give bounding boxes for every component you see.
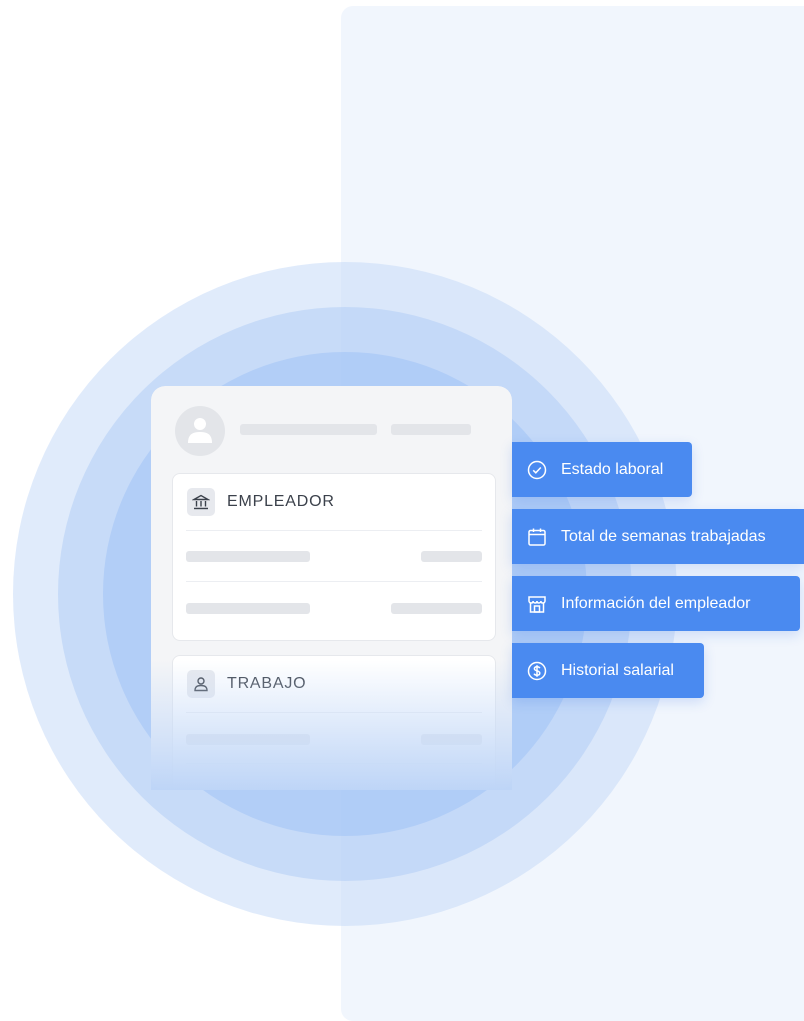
- row-label-placeholder: [186, 603, 310, 614]
- tag-employment-status: Estado laboral: [512, 442, 692, 497]
- user-icon: [187, 670, 215, 698]
- section-divider: [186, 763, 482, 764]
- bank-icon: [187, 488, 215, 516]
- profile-card: EMPLEADOR TRABAJO: [151, 386, 512, 790]
- tag-employer-info: Información del empleador: [512, 576, 800, 631]
- job-section: TRABAJO: [172, 655, 496, 790]
- profile-card-body: EMPLEADOR TRABAJO: [151, 386, 512, 790]
- row-label-placeholder: [186, 551, 310, 562]
- section-divider: [186, 581, 482, 582]
- job-section-header: TRABAJO: [187, 670, 306, 698]
- section-divider: [186, 712, 482, 713]
- row-value-placeholder: [391, 603, 482, 614]
- dollar-circle-icon: [526, 660, 548, 682]
- tag-label: Estado laboral: [561, 460, 664, 478]
- avatar: [175, 406, 225, 456]
- tag-weeks-worked: Total de semanas trabajadas: [512, 509, 804, 564]
- check-circle-icon: [526, 459, 548, 481]
- subtitle-placeholder: [391, 424, 471, 435]
- row-value-placeholder: [421, 734, 482, 745]
- row-value-placeholder: [421, 551, 482, 562]
- employer-section: EMPLEADOR: [172, 473, 496, 641]
- tag-label: Información del empleador: [561, 594, 751, 612]
- name-placeholder: [240, 424, 377, 435]
- job-section-title: TRABAJO: [227, 675, 307, 692]
- tag-label: Total de semanas trabajadas: [561, 527, 766, 545]
- section-divider: [186, 530, 482, 531]
- tag-label: Historial salarial: [561, 661, 674, 679]
- tag-salary-history: Historial salarial: [512, 643, 704, 698]
- store-icon: [526, 593, 548, 615]
- row-label-placeholder: [186, 734, 310, 745]
- avatar-person-icon: [188, 418, 212, 443]
- calendar-icon: [526, 526, 548, 548]
- employer-section-header: EMPLEADOR: [187, 488, 335, 516]
- employer-section-title: EMPLEADOR: [227, 493, 335, 510]
